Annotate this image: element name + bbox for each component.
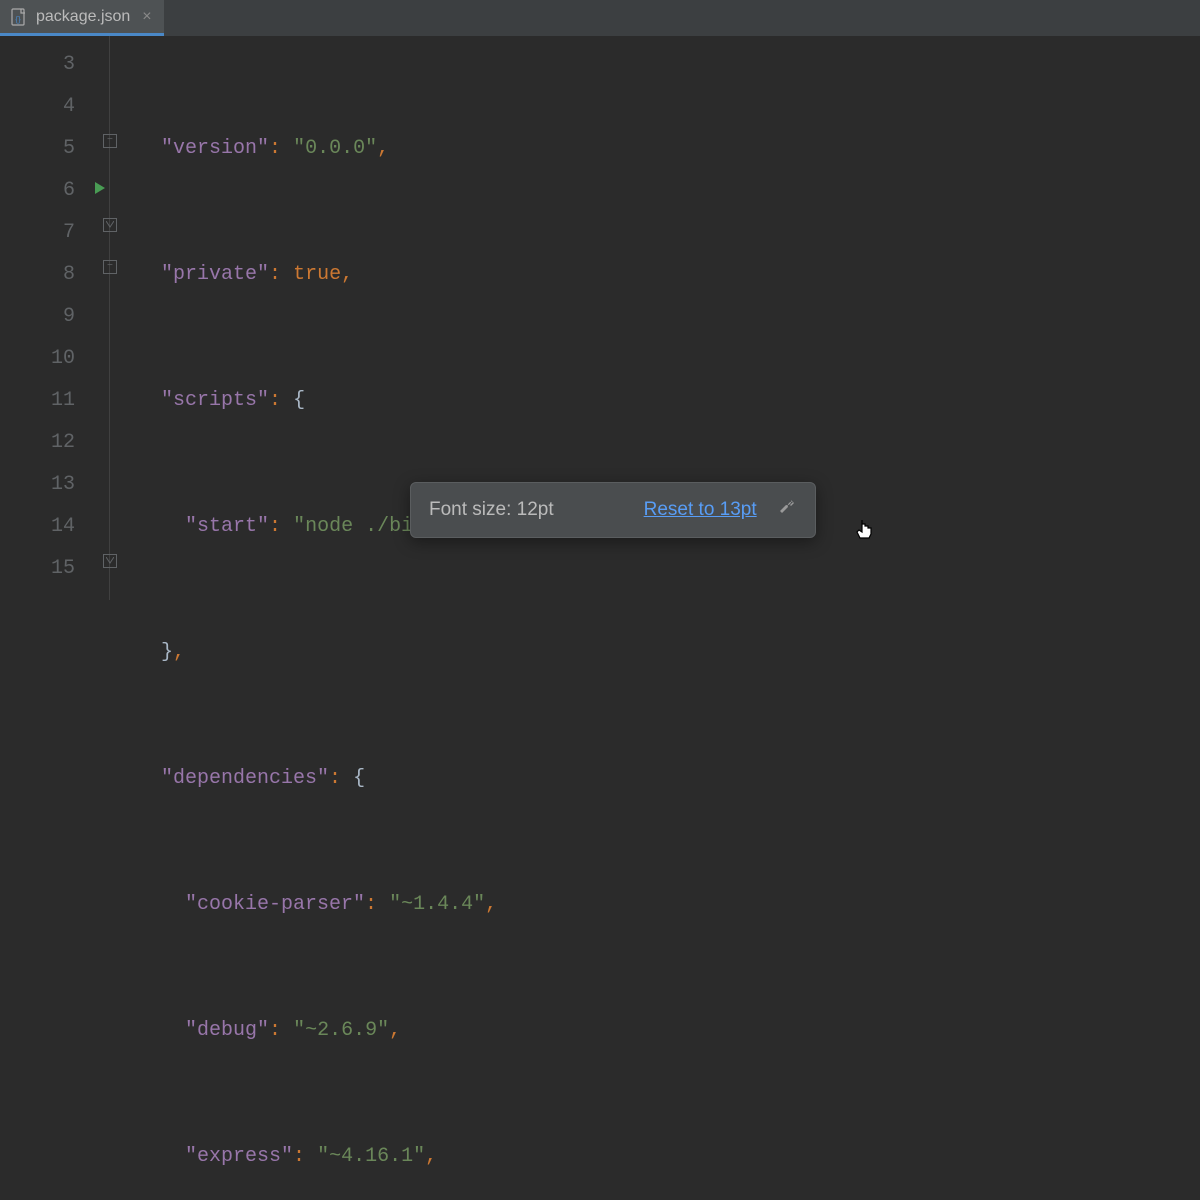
json-file-icon: {} (10, 8, 28, 26)
close-icon[interactable]: × (142, 8, 151, 26)
font-size-popup: Font size: 12pt Reset to 13pt (410, 482, 816, 538)
line-number: 3 (0, 44, 75, 86)
line-number: 14 (0, 506, 75, 548)
svg-text:{}: {} (15, 15, 21, 24)
wrench-icon[interactable] (777, 497, 797, 523)
tab-bar: {} package.json × (0, 0, 1200, 36)
line-number: 15 (0, 548, 75, 590)
font-size-label: Font size: 12pt (429, 499, 554, 521)
reset-font-link[interactable]: Reset to 13pt (644, 499, 757, 521)
line-number: 13 (0, 464, 75, 506)
fold-end-icon[interactable] (103, 554, 117, 568)
line-number: 8 (0, 254, 75, 296)
line-number: 5 (0, 128, 75, 170)
fold-toggle-icon[interactable]: − (103, 134, 117, 148)
tab-label: package.json (36, 8, 130, 26)
fold-column: − − (95, 36, 137, 600)
line-number: 7 (0, 212, 75, 254)
line-number: 9 (0, 296, 75, 338)
fold-end-icon[interactable] (103, 218, 117, 232)
line-number: 12 (0, 422, 75, 464)
line-number: 11 (0, 380, 75, 422)
line-number: 6 (0, 170, 75, 212)
line-number: 10 (0, 338, 75, 380)
fold-toggle-icon[interactable]: − (103, 260, 117, 274)
line-number: 4 (0, 86, 75, 128)
gutter: 3 4 5 6 7 8 9 10 11 12 13 14 15 (0, 36, 95, 600)
tab-package-json[interactable]: {} package.json × (0, 0, 164, 36)
